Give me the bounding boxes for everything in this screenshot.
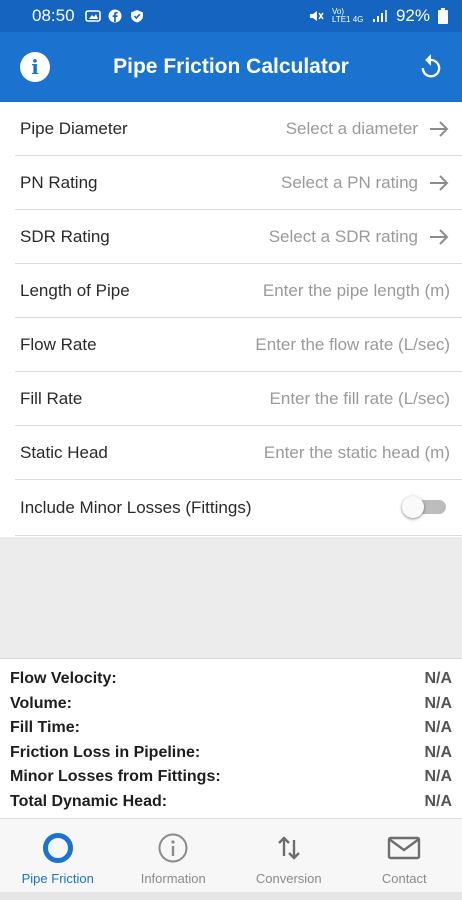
result-row: Volume: N/A bbox=[10, 692, 452, 717]
static-head-label: Static Head bbox=[20, 442, 108, 462]
shield-notification-icon bbox=[130, 10, 143, 23]
app-bar: i Pipe Friction Calculator bbox=[0, 32, 462, 102]
pn-rating-select[interactable]: Select a PN rating bbox=[281, 173, 418, 193]
minor-losses-label: Include Minor Losses (Fittings) bbox=[20, 497, 252, 517]
flow-rate-row[interactable]: Flow Rate Enter the flow rate (L/sec) bbox=[15, 318, 462, 372]
mute-icon bbox=[309, 11, 324, 21]
arrow-right-icon[interactable] bbox=[428, 226, 450, 248]
sdr-rating-select[interactable]: Select a SDR rating bbox=[269, 227, 418, 247]
nav-contact[interactable]: Contact bbox=[347, 819, 462, 892]
result-row: Minor Losses from Fittings: N/A bbox=[10, 765, 452, 790]
nav-conversion[interactable]: Conversion bbox=[231, 819, 347, 892]
result-row: Flow Velocity: N/A bbox=[10, 667, 452, 692]
system-nav-bar bbox=[0, 892, 462, 900]
flow-rate-input[interactable]: Enter the flow rate (L/sec) bbox=[255, 335, 450, 355]
sdr-rating-label: SDR Rating bbox=[20, 226, 110, 246]
result-row: Total Dynamic Head: N/A bbox=[10, 790, 452, 815]
status-time: 08:50 bbox=[32, 6, 75, 25]
static-head-row[interactable]: Static Head Enter the static head (m) bbox=[15, 426, 462, 480]
fill-time-value: N/A bbox=[424, 719, 452, 737]
length-of-pipe-row[interactable]: Length of Pipe Enter the pipe length (m) bbox=[15, 264, 462, 318]
pn-rating-label: PN Rating bbox=[20, 172, 98, 192]
fill-rate-label: Fill Rate bbox=[20, 388, 83, 408]
minor-losses-toggle[interactable] bbox=[402, 496, 446, 518]
volume-value: N/A bbox=[424, 694, 452, 712]
nav-information[interactable]: Information bbox=[116, 819, 232, 892]
info-icon bbox=[156, 831, 190, 865]
friction-loss-value: N/A bbox=[424, 743, 452, 761]
friction-loss-label: Friction Loss in Pipeline: bbox=[10, 743, 201, 761]
fill-time-label: Fill Time: bbox=[10, 719, 80, 737]
mail-icon bbox=[387, 831, 421, 865]
minor-losses-row[interactable]: Include Minor Losses (Fittings) bbox=[15, 480, 462, 536]
nav-information-label: Information bbox=[140, 871, 206, 886]
total-dynamic-head-label: Total Dynamic Head: bbox=[10, 792, 168, 810]
flow-velocity-value: N/A bbox=[424, 670, 452, 688]
info-icon[interactable]: i bbox=[20, 52, 50, 82]
network-type-label: Vo) LTE1 4G bbox=[331, 7, 364, 24]
battery-percent: 92% bbox=[395, 6, 430, 25]
results-panel: Flow Velocity: N/A Volume: N/A Fill Time… bbox=[0, 658, 462, 818]
pn-rating-row[interactable]: PN Rating Select a PN rating bbox=[15, 156, 462, 210]
pipe-diameter-row[interactable]: Pipe Diameter Select a diameter bbox=[15, 102, 462, 156]
total-dynamic-head-value: N/A bbox=[424, 792, 452, 810]
fill-rate-row[interactable]: Fill Rate Enter the fill rate (L/sec) bbox=[15, 372, 462, 426]
status-right-group: Vo) LTE1 4G 92% bbox=[308, 6, 448, 26]
toggle-knob bbox=[402, 496, 424, 518]
calculator-form: Pipe Diameter Select a diameter PN Ratin… bbox=[0, 102, 462, 537]
status-notification-icons bbox=[84, 9, 145, 23]
volume-label: Volume: bbox=[10, 694, 72, 712]
minor-losses-result-value: N/A bbox=[424, 768, 452, 786]
pipe-diameter-label: Pipe Diameter bbox=[20, 118, 128, 138]
nav-pipe-friction[interactable]: Pipe Friction bbox=[0, 819, 116, 892]
arrow-right-icon[interactable] bbox=[428, 172, 450, 194]
flow-velocity-label: Flow Velocity: bbox=[10, 670, 117, 688]
static-head-input[interactable]: Enter the static head (m) bbox=[264, 443, 450, 463]
fill-rate-input[interactable]: Enter the fill rate (L/sec) bbox=[270, 389, 450, 409]
signal-icon bbox=[372, 10, 387, 22]
result-row: Fill Time: N/A bbox=[10, 716, 452, 741]
bottom-nav: Pipe Friction Information Conversion Con… bbox=[0, 818, 462, 892]
reset-icon[interactable] bbox=[414, 50, 448, 84]
result-row: Friction Loss in Pipeline: N/A bbox=[10, 741, 452, 766]
status-bar: 08:50 Vo) LTE1 4G 92% bbox=[0, 0, 462, 32]
circle-icon bbox=[41, 831, 75, 865]
nav-contact-label: Contact bbox=[381, 871, 427, 886]
pipe-diameter-select[interactable]: Select a diameter bbox=[286, 119, 418, 139]
sdr-rating-row[interactable]: SDR Rating Select a SDR rating bbox=[15, 210, 462, 264]
facebook-notification-icon bbox=[108, 9, 122, 23]
battery-icon bbox=[438, 8, 448, 24]
nav-conversion-label: Conversion bbox=[255, 871, 322, 886]
length-of-pipe-input[interactable]: Enter the pipe length (m) bbox=[263, 281, 450, 301]
swap-vertical-icon bbox=[272, 831, 306, 865]
length-of-pipe-label: Length of Pipe bbox=[20, 280, 130, 300]
arrow-right-icon[interactable] bbox=[428, 118, 450, 140]
page-title: Pipe Friction Calculator bbox=[113, 55, 349, 78]
nav-pipe-friction-label: Pipe Friction bbox=[21, 871, 94, 886]
minor-losses-result-label: Minor Losses from Fittings: bbox=[10, 768, 221, 786]
flow-rate-label: Flow Rate bbox=[20, 334, 97, 354]
gallery-notification-icon bbox=[84, 10, 101, 22]
